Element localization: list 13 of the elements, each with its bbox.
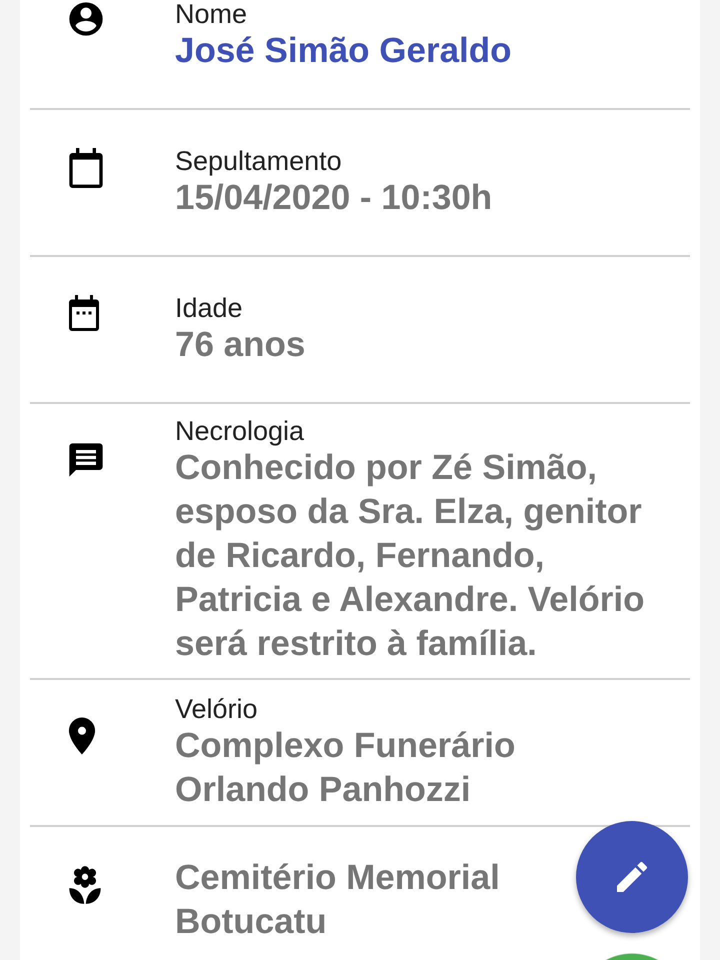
location-pin-icon	[66, 716, 98, 756]
field-value: 15/04/2020 - 10:30h	[175, 176, 494, 218]
field-label: Nome	[175, 0, 248, 28]
field-value: Cemitério Memorial Botucatu	[175, 856, 501, 942]
field-value: José Simão Geraldo	[175, 30, 513, 72]
field-value: Complexo Funerário Orlando Panhozzi	[175, 724, 516, 810]
field-label: Idade	[175, 292, 243, 322]
field-label: Velório	[175, 694, 258, 724]
field-label: Necrologia	[175, 416, 304, 446]
calendar-icon	[66, 293, 102, 333]
field-value: Conhecido por Zé Simão, esposo da Sra. Elza, genitor de Ricardo, Fernando, Patricia e Alexandre. Velório será restrito à família.	[175, 447, 646, 665]
field-value: 76 anos	[175, 324, 306, 366]
field-label: Sepultamento	[175, 146, 342, 176]
